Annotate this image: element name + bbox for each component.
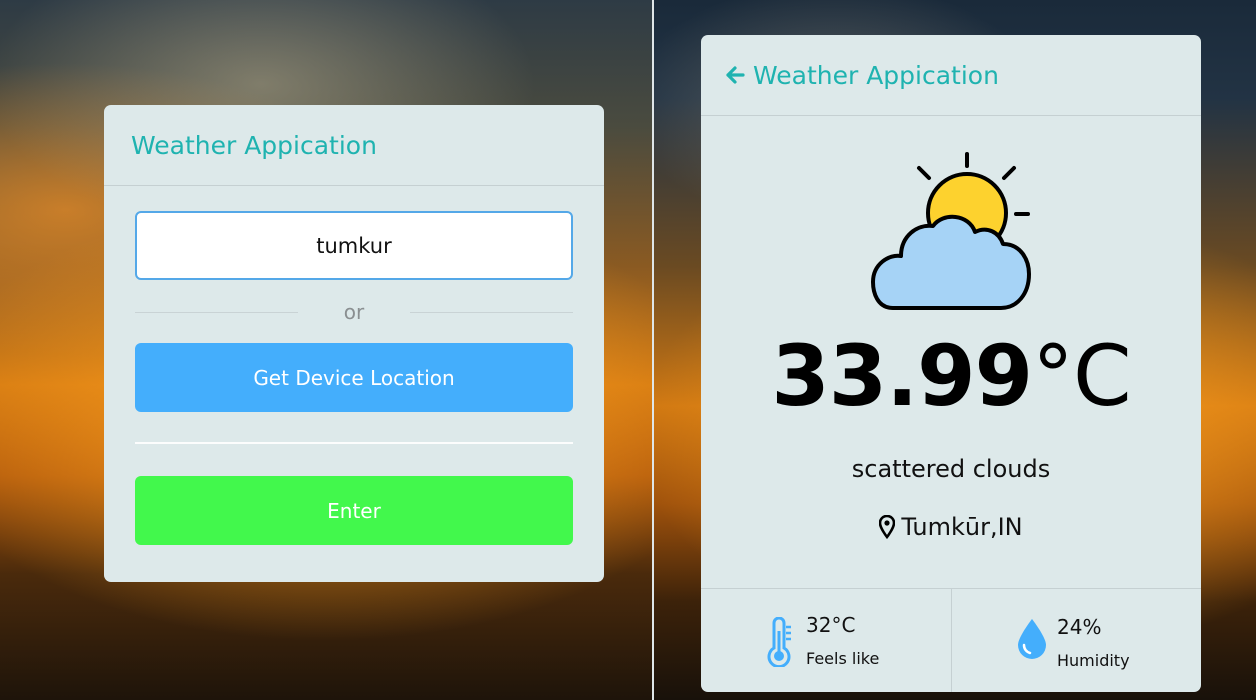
weather-stats: 32°C Feels like 24% Humidity [701,588,1201,692]
temperature-unit: °C [1032,327,1132,425]
humidity-label: Humidity [1057,651,1130,670]
feels-like-value: 32°C [806,613,856,637]
feels-like-stat: 32°C Feels like [701,589,951,692]
location-text: Tumkūr,IN [901,513,1023,541]
app-title: Weather Appication [753,60,999,90]
partly-cloudy-icon [871,152,1031,310]
back-arrow-icon[interactable] [725,65,745,85]
city-input[interactable] [135,211,573,280]
or-line-right [410,311,573,313]
or-text: or [343,300,365,324]
weather-description: scattered clouds [851,455,1051,483]
thermometer-icon [767,617,791,667]
or-divider: or [135,300,573,324]
temperature-readout: 33.99°C [701,327,1201,425]
feels-like-label: Feels like [806,649,880,668]
weather-card-header: Weather Appication [701,35,1201,116]
app-title: Weather Appication [131,130,377,160]
location-row: Tumkūr,IN [701,513,1201,541]
humidity-value: 24% [1057,615,1102,639]
search-card-header: Weather Appication [104,105,604,186]
temperature-value: 33.99 [771,327,1033,425]
water-drop-icon [1018,619,1046,659]
enter-button[interactable]: Enter [135,476,573,545]
separator [135,442,573,444]
weather-card: Weather Appication 33.99°C scattered clo… [701,35,1201,692]
search-card: Weather Appication or Get Device Locatio… [104,105,604,582]
get-device-location-button[interactable]: Get Device Location [135,343,573,412]
location-pin-icon [879,515,896,539]
or-line-left [135,311,298,313]
humidity-stat: 24% Humidity [951,589,1201,692]
